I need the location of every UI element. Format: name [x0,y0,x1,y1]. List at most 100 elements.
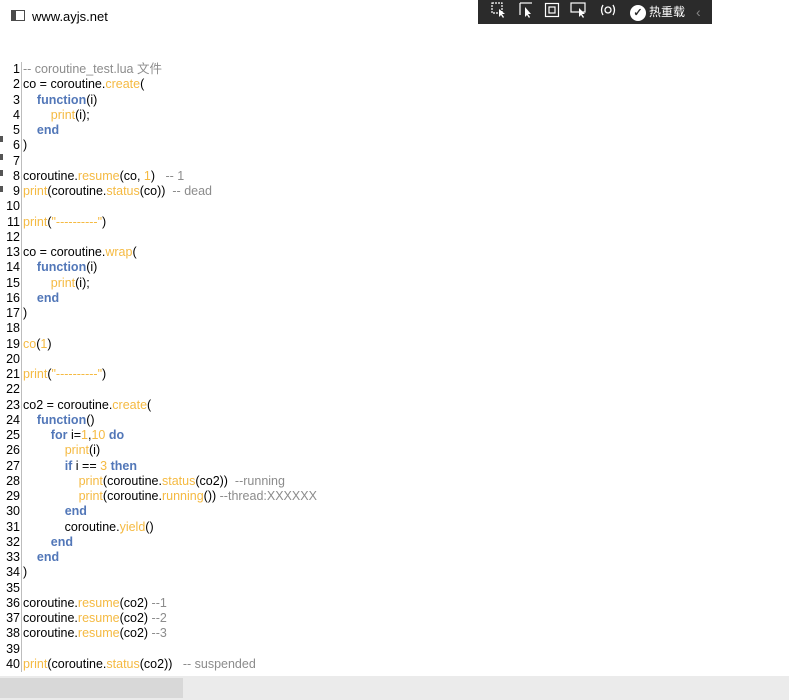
code-token: co = coroutine. [23,77,106,92]
pointer-icon[interactable] [516,2,538,22]
function-token: status [106,656,140,671]
function-token: resume [77,595,120,610]
code-token: (coroutine. [47,656,107,671]
line-number: 15 [6,275,20,290]
code-token: ( [147,397,152,412]
line-number: 14 [6,260,20,275]
line-number: 3 [13,92,20,107]
chevron-left-icon[interactable]: ‹ [696,2,701,22]
gutter-separator [21,245,22,261]
function-token: status [106,184,140,198]
code-token: () [145,519,154,534]
keyword-token: function [36,260,87,275]
code-line: 19 co(1) [6,336,317,352]
code-line: 35 [6,580,317,596]
line-number: 18 [6,321,20,336]
code-view: 1 -- coroutine_test.lua 文件 2 co = coroutine… [6,62,317,672]
line-number: 9 [13,184,20,198]
code-line: 18 [6,321,317,337]
comment-token: -- 1 [165,168,185,183]
line-number: 7 [13,153,20,168]
code-line: 4 print(i); [6,107,317,123]
code-token: (co2) [119,595,152,610]
keyword-token: for [50,428,68,442]
function-token: status [161,473,196,488]
line-number: 17 [6,306,20,320]
code-token: ) [47,336,52,351]
function-token: print [50,107,76,122]
code-token: (i); [75,275,90,290]
function-token: resume [77,626,120,641]
comment-token: --2 [151,611,167,625]
hot-reload-label: 热重载 [649,5,686,19]
code-line: 37 coroutine.resume(co2) --2 [6,611,317,627]
keyword-token: function [36,412,87,427]
code-token: coroutine. [23,519,120,534]
window-app-icon [11,10,25,21]
code-token: (co2) [119,611,152,625]
line-number: 27 [6,458,20,473]
scrollbar-thumb[interactable] [0,678,183,698]
line-number: 4 [13,107,20,122]
horizontal-scrollbar[interactable] [0,676,789,700]
hot-reload-status-icon[interactable] [597,2,619,22]
keyword-token: function [36,92,87,107]
gutter-separator [21,443,22,459]
code-token: (i) [86,92,98,107]
function-token: resume [77,611,120,625]
code-line: 1 -- coroutine_test.lua 文件 [6,62,317,78]
code-line: 25 for i=1,10 do [6,428,317,444]
title-bar: www.ayjs.net ✓ 热重载 ‹ [0,0,789,34]
code-line: 6) [6,138,317,154]
gutter-separator [21,458,22,474]
select-element-icon[interactable] [488,2,510,22]
code-line: 38 coroutine.resume(co2) --3 [6,626,317,642]
code-line: 39 [6,641,317,657]
gutter-separator [21,489,22,505]
line-number: 21 [6,367,20,381]
check-icon: ✓ [630,4,646,21]
code-token: coroutine. [23,595,78,610]
line-number: 8 [13,168,20,183]
function-token: wrap [105,245,133,259]
gutter-separator [21,306,22,322]
gutter-separator [21,519,22,535]
code-line: 13 co = coroutine.wrap( [6,245,317,261]
code-line: 2 co = coroutine.create( [6,77,317,93]
code-line: 5 end [6,123,317,139]
line-number: 16 [6,290,20,305]
code-line: 33 end [6,550,317,566]
line-number: 31 [6,519,20,534]
gutter-separator [21,534,22,550]
code-line: 12 [6,229,317,245]
code-token: (co)) [139,184,173,198]
line-number: 12 [6,229,20,244]
keyword-token: end [36,550,60,564]
hot-reload-button[interactable]: ✓ 热重载 [630,2,685,22]
function-token: print [23,184,48,198]
function-token: print [78,473,103,488]
gutter-separator [21,62,22,78]
track-focus-icon[interactable] [568,2,590,22]
function-token: print [78,489,103,503]
gutter-separator [21,77,22,93]
gutter-separator [21,351,22,367]
gutter-separator [21,397,22,413]
line-number: 13 [6,245,20,259]
line-number: 40 [6,656,20,671]
function-token: create [105,77,141,92]
code-line: 28 print(coroutine.status(co2)) --runnin… [6,473,317,489]
comment-token: -- coroutine_test.lua 文件 [23,62,162,76]
layout-adorner-icon[interactable] [541,2,563,22]
number-token: 10 [91,428,106,442]
code-token: (i); [75,107,90,122]
code-token: (co2)) [195,473,235,488]
gutter-separator [21,626,22,642]
code-line: 8 coroutine.resume(co, 1) -- 1 [6,168,317,184]
